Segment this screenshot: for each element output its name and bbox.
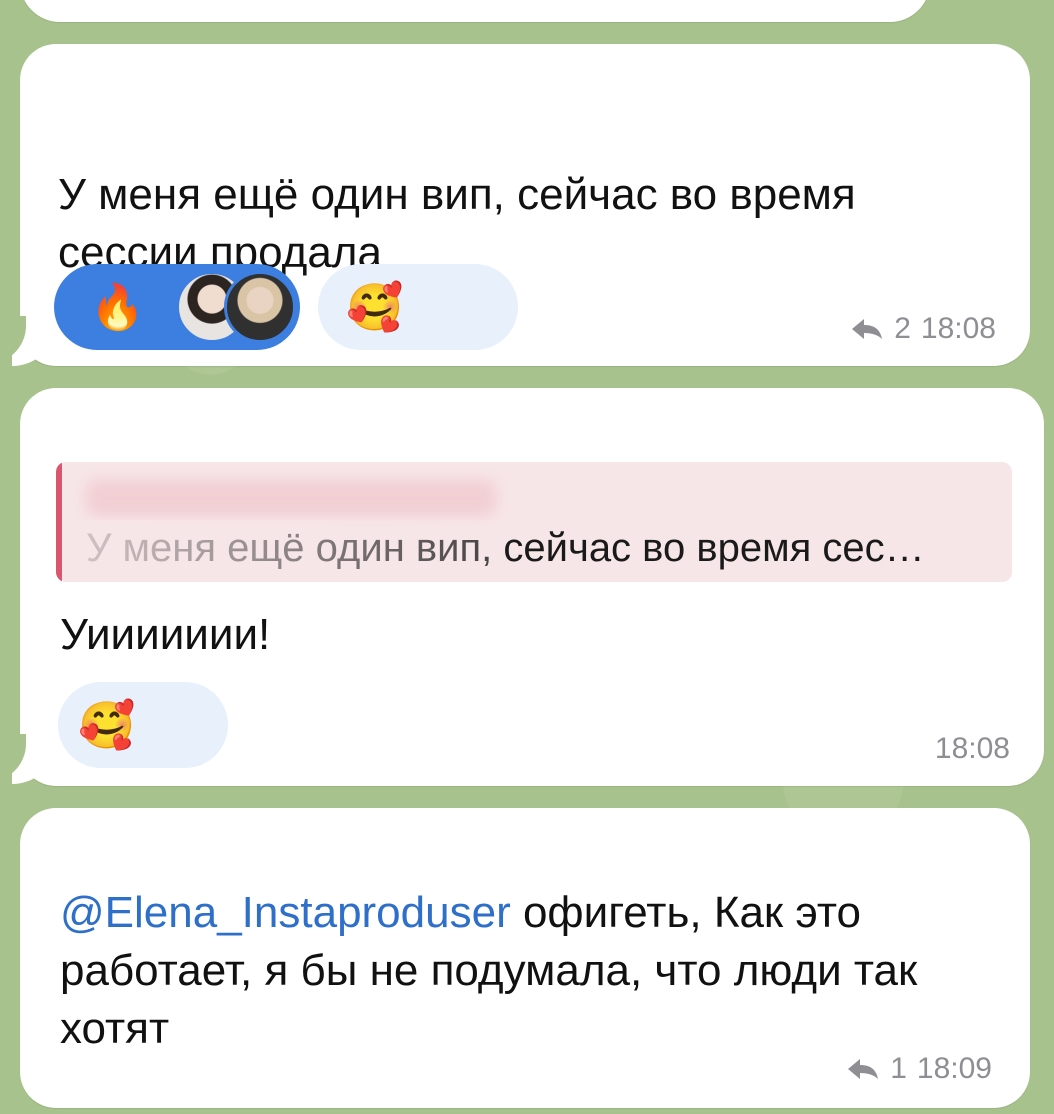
message-bubble[interactable]: У меня ещё один вип, сейчас во время сес…: [20, 44, 1030, 366]
reaction-hearts-face[interactable]: 🥰: [58, 682, 228, 768]
reaction-hearts-face[interactable]: 🥰: [318, 264, 518, 350]
sender-name: [78, 64, 498, 100]
quote-author: [86, 480, 496, 516]
message-meta: 1 18:09: [846, 1052, 992, 1086]
message-text: Уиииииии!: [60, 610, 271, 659]
reaction-fire[interactable]: 🔥: [54, 264, 300, 350]
reply-quote[interactable]: У меня ещё один вип, сейчас во время сес…: [56, 462, 1012, 582]
smiling-face-with-hearts-emoji: 🥰: [346, 280, 404, 333]
user-mention[interactable]: @Elena_Instaproduser: [60, 888, 511, 937]
message-text: @Elena_Instaproduser офигеть, Как это ра…: [60, 884, 1020, 1058]
message-time: 18:09: [916, 1052, 992, 1085]
reply-count[interactable]: 1: [890, 1052, 907, 1086]
message-bubble[interactable]: У меня ещё один вип, сейчас во время сес…: [20, 388, 1044, 786]
quote-bar: [56, 462, 62, 582]
message-bubble-partial[interactable]: [20, 0, 930, 22]
reply-count[interactable]: 2: [894, 312, 911, 346]
fire-emoji: 🔥: [90, 283, 145, 332]
message-time: 18:08: [920, 312, 996, 345]
sender-name: [78, 834, 518, 870]
message-meta: 2 18:08: [850, 312, 996, 346]
sender-name: [78, 416, 138, 452]
avatar: [224, 271, 296, 343]
message-bubble[interactable]: @Elena_Instaproduser офигеть, Как это ра…: [20, 808, 1030, 1108]
quote-fade: [66, 520, 496, 576]
reply-arrow-icon[interactable]: [850, 317, 884, 341]
message-meta: 18:08: [935, 732, 1010, 766]
reply-arrow-icon[interactable]: [846, 1057, 880, 1081]
message-time: 18:08: [934, 732, 1010, 765]
smiling-face-with-hearts-emoji: 🥰: [78, 698, 136, 751]
